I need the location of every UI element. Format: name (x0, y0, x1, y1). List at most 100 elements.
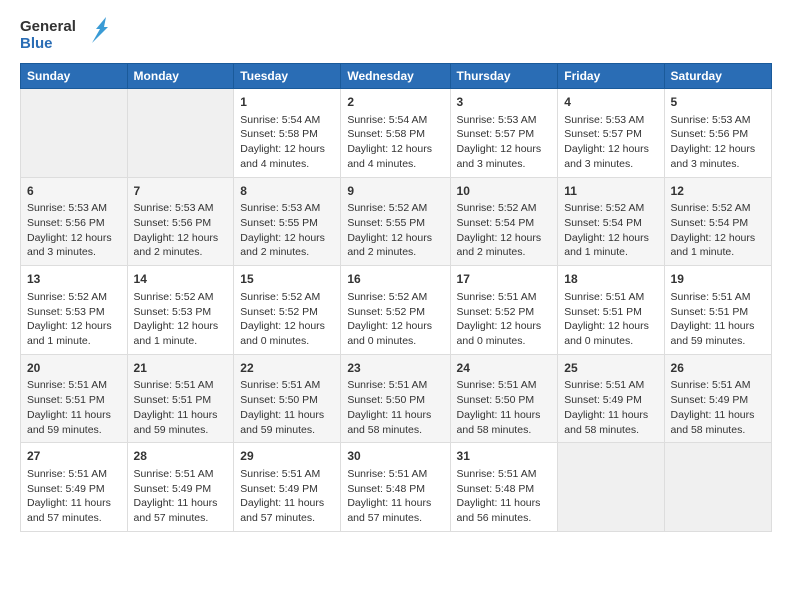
logo-icon: General Blue (20, 15, 110, 53)
daylight-label: Daylight: 11 hours and 58 minutes. (564, 409, 648, 436)
sunset-label: Sunset: 5:58 PM (347, 128, 425, 140)
calendar-cell: 7Sunrise: 5:53 AMSunset: 5:56 PMDaylight… (127, 177, 234, 266)
sunrise-label: Sunrise: 5:52 AM (240, 291, 320, 303)
sunrise-label: Sunrise: 5:53 AM (671, 114, 751, 126)
daylight-label: Daylight: 12 hours and 0 minutes. (240, 320, 325, 347)
sunrise-label: Sunrise: 5:53 AM (27, 202, 107, 214)
sunrise-label: Sunrise: 5:53 AM (240, 202, 320, 214)
calendar-cell: 31Sunrise: 5:51 AMSunset: 5:48 PMDayligh… (450, 443, 558, 532)
calendar-cell: 27Sunrise: 5:51 AMSunset: 5:49 PMDayligh… (21, 443, 128, 532)
calendar-cell: 6 Sunrise: 5:53 AM Sunset: 5:56 PM Daylight… (21, 177, 128, 266)
header-thursday: Thursday (450, 64, 558, 89)
sunset-label: Sunset: 5:52 PM (457, 306, 535, 318)
weekday-header-row: Sunday Monday Tuesday Wednesday Thursday… (21, 64, 772, 89)
sunrise-label: Sunrise: 5:51 AM (671, 291, 751, 303)
daylight-label: Daylight: 11 hours and 58 minutes. (671, 409, 755, 436)
sunset-label: Sunset: 5:51 PM (27, 394, 105, 406)
svg-text:Blue: Blue (20, 35, 53, 52)
daylight-label: Daylight: 12 hours and 1 minute. (564, 232, 649, 259)
sunset-label: Sunset: 5:51 PM (134, 394, 212, 406)
calendar-cell (558, 443, 664, 532)
calendar-cell: 18Sunrise: 5:51 AMSunset: 5:51 PMDayligh… (558, 266, 664, 355)
daylight-label: Daylight: 12 hours and 1 minute. (27, 320, 112, 347)
calendar-cell: 29Sunrise: 5:51 AMSunset: 5:49 PMDayligh… (234, 443, 341, 532)
day-number: 19 (671, 271, 765, 288)
sunset-label: Sunset: 5:57 PM (564, 128, 642, 140)
day-number: 18 (564, 271, 657, 288)
day-number: 11 (564, 183, 657, 200)
day-number: 29 (240, 448, 334, 465)
sunset-label: Sunset: 5:49 PM (134, 483, 212, 495)
daylight-label: Daylight: 11 hours and 57 minutes. (347, 497, 431, 524)
calendar-cell: 26Sunrise: 5:51 AMSunset: 5:49 PMDayligh… (664, 354, 771, 443)
header-wednesday: Wednesday (341, 64, 450, 89)
header-tuesday: Tuesday (234, 64, 341, 89)
calendar-cell: 16Sunrise: 5:52 AMSunset: 5:52 PMDayligh… (341, 266, 450, 355)
sunset-label: Sunset: 5:52 PM (347, 306, 425, 318)
sunset-label: Sunset: 5:58 PM (240, 128, 318, 140)
calendar-cell: 17Sunrise: 5:51 AMSunset: 5:52 PMDayligh… (450, 266, 558, 355)
calendar-cell: 2Sunrise: 5:54 AMSunset: 5:58 PMDaylight… (341, 89, 450, 178)
calendar-cell: 30Sunrise: 5:51 AMSunset: 5:48 PMDayligh… (341, 443, 450, 532)
sunset-label: Sunset: 5:56 PM (134, 217, 212, 229)
day-number: 22 (240, 360, 334, 377)
sunrise-label: Sunrise: 5:51 AM (564, 379, 644, 391)
calendar-cell: 25Sunrise: 5:51 AMSunset: 5:49 PMDayligh… (558, 354, 664, 443)
day-number: 26 (671, 360, 765, 377)
sunrise-label: Sunrise: 5:51 AM (564, 291, 644, 303)
day-number: 4 (564, 94, 657, 111)
day-number: 6 (27, 183, 121, 200)
sunset-label: Sunset: 5:50 PM (457, 394, 535, 406)
calendar-cell: 4Sunrise: 5:53 AMSunset: 5:57 PMDaylight… (558, 89, 664, 178)
logo: General Blue (20, 15, 110, 53)
daylight-label: Daylight: 11 hours and 57 minutes. (134, 497, 218, 524)
day-number: 20 (27, 360, 121, 377)
sunset-label: Sunset: 5:51 PM (671, 306, 749, 318)
calendar-cell: 21Sunrise: 5:51 AMSunset: 5:51 PMDayligh… (127, 354, 234, 443)
calendar-cell: 12Sunrise: 5:52 AMSunset: 5:54 PMDayligh… (664, 177, 771, 266)
sunset-label: Sunset: 5:56 PM (27, 217, 105, 229)
sunrise-label: Sunrise: 5:51 AM (240, 468, 320, 480)
day-number: 21 (134, 360, 228, 377)
day-number: 8 (240, 183, 334, 200)
day-number: 12 (671, 183, 765, 200)
daylight-label: Daylight: 12 hours and 0 minutes. (347, 320, 432, 347)
sunrise-label: Sunrise: 5:52 AM (347, 202, 427, 214)
calendar-cell (21, 89, 128, 178)
sunrise-label: Sunrise: 5:51 AM (347, 379, 427, 391)
sunset-label: Sunset: 5:54 PM (457, 217, 535, 229)
sunrise-label: Sunrise: 5:53 AM (564, 114, 644, 126)
day-number: 3 (457, 94, 552, 111)
sunset-label: Sunset: 5:54 PM (564, 217, 642, 229)
daylight-label: Daylight: 12 hours and 3 minutes. (27, 232, 112, 259)
calendar-week-row: 13 Sunrise: 5:52 AM Sunset: 5:53 PM Dayligh… (21, 266, 772, 355)
day-number: 14 (134, 271, 228, 288)
day-number: 2 (347, 94, 443, 111)
daylight-label: Daylight: 12 hours and 2 minutes. (457, 232, 542, 259)
sunset-label: Sunset: 5:53 PM (134, 306, 212, 318)
daylight-label: Daylight: 11 hours and 59 minutes. (27, 409, 111, 436)
sunrise-label: Sunrise: 5:52 AM (27, 291, 107, 303)
day-number: 27 (27, 448, 121, 465)
sunrise-label: Sunrise: 5:51 AM (347, 468, 427, 480)
calendar-cell: 19Sunrise: 5:51 AMSunset: 5:51 PMDayligh… (664, 266, 771, 355)
sunrise-label: Sunrise: 5:51 AM (134, 379, 214, 391)
calendar: Sunday Monday Tuesday Wednesday Thursday… (20, 63, 772, 532)
calendar-cell: 10Sunrise: 5:52 AMSunset: 5:54 PMDayligh… (450, 177, 558, 266)
calendar-cell: 24Sunrise: 5:51 AMSunset: 5:50 PMDayligh… (450, 354, 558, 443)
day-number: 28 (134, 448, 228, 465)
sunrise-label: Sunrise: 5:54 AM (347, 114, 427, 126)
day-number: 23 (347, 360, 443, 377)
sunrise-label: Sunrise: 5:53 AM (134, 202, 214, 214)
day-number: 13 (27, 271, 121, 288)
sunrise-label: Sunrise: 5:52 AM (134, 291, 214, 303)
daylight-label: Daylight: 12 hours and 1 minute. (134, 320, 219, 347)
sunset-label: Sunset: 5:49 PM (564, 394, 642, 406)
sunset-label: Sunset: 5:51 PM (564, 306, 642, 318)
daylight-label: Daylight: 11 hours and 56 minutes. (457, 497, 541, 524)
sunset-label: Sunset: 5:53 PM (27, 306, 105, 318)
sunset-label: Sunset: 5:49 PM (27, 483, 105, 495)
day-number: 16 (347, 271, 443, 288)
sunrise-label: Sunrise: 5:53 AM (457, 114, 537, 126)
sunrise-label: Sunrise: 5:51 AM (27, 379, 107, 391)
